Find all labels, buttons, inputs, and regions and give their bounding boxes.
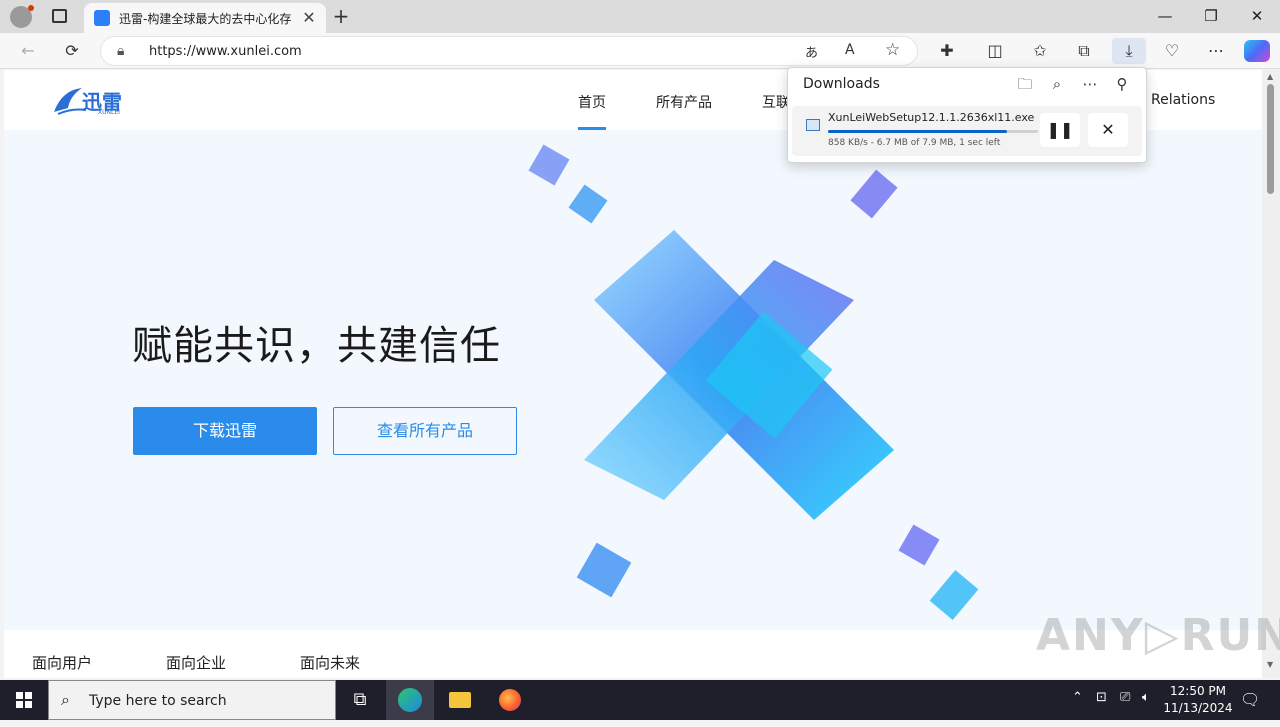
nav-item-home[interactable]: 首页 [578, 92, 606, 112]
lock-icon: 🔒︎ [117, 43, 125, 59]
hero-headline: 赋能共识，共建信任 [132, 323, 501, 369]
task-view-icon[interactable]: ⧉ [336, 680, 384, 720]
split-screen-icon[interactable]: ◫ [981, 38, 1009, 64]
clock-time: 12:50 PM [1170, 684, 1226, 698]
refresh-icon[interactable]: ⟳ [58, 38, 86, 64]
minimize-button[interactable]: — [1142, 0, 1188, 33]
restore-button[interactable]: ❐ [1188, 0, 1234, 33]
windows-taskbar: ⌕ Type here to search ⧉ ⌃ ⊡ ⎚ 🔈︎ 12:50 P… [0, 680, 1280, 720]
downloads-title: Downloads [803, 76, 880, 92]
tab-close-icon[interactable]: ✕ [298, 7, 320, 29]
download-xunlei-button[interactable]: 下载迅雷 [133, 407, 317, 455]
new-tab-button[interactable]: + [330, 3, 352, 29]
file-icon [806, 119, 820, 131]
download-progress-fill [828, 130, 1007, 133]
show-hidden-icons[interactable]: ⌃ [1072, 690, 1083, 705]
search-placeholder: Type here to search [89, 693, 227, 709]
taskbar-clock[interactable]: 12:50 PM 11/13/2024 [1160, 683, 1236, 717]
xunlei-logo[interactable]: 迅雷 XUNLEI [52, 82, 142, 118]
favorites-icon[interactable]: ✩ [1026, 38, 1054, 64]
copilot-icon[interactable] [1244, 40, 1270, 62]
download-item[interactable]: XunLeiWebSetup12.1.1.2636xl11.exe 858 KB… [792, 106, 1142, 156]
nav-item-products[interactable]: 所有产品 [656, 92, 712, 112]
start-button[interactable] [0, 680, 48, 720]
url-text: https://www.xunlei.com [149, 44, 302, 59]
nav-item-relations[interactable]: Relations [1151, 92, 1215, 108]
profile-notification-dot [28, 5, 34, 11]
download-progress-bar [828, 130, 1038, 133]
extensions-icon[interactable]: ✚ [933, 38, 961, 64]
clock-date: 11/13/2024 [1163, 701, 1233, 715]
tray-app-icon[interactable]: ⊡ [1096, 690, 1107, 705]
tab-actions-icon[interactable] [52, 9, 67, 23]
download-status: 858 KB/s - 6.7 MB of 7.9 MB, 1 sec left [828, 138, 1001, 148]
open-folder-icon[interactable]: 🗀 [1011, 72, 1039, 96]
collections-icon[interactable]: ⧉ [1070, 38, 1098, 64]
page-scrollbar[interactable]: ▲ ▼ [1262, 70, 1280, 678]
xunlei-favicon-icon [94, 10, 110, 26]
favorite-star-icon[interactable]: ☆ [885, 40, 900, 60]
downloads-flyout: Downloads 🗀 ⌕ ⋯ ⚲ XunLeiWebSetup12.1.1.2… [787, 67, 1147, 163]
volume-icon[interactable]: 🔈︎ [1142, 690, 1150, 705]
browser-tab-active[interactable]: 迅雷-构建全球最大的去中心化存 ✕ [84, 3, 326, 33]
view-all-products-button[interactable]: 查看所有产品 [333, 407, 517, 455]
pause-download-button[interactable]: ❚❚ [1040, 113, 1080, 147]
nav-item-interconnect[interactable]: 互联 [762, 92, 790, 112]
browser-essentials-icon[interactable]: ♡ [1158, 38, 1186, 64]
firefox-icon[interactable] [486, 680, 534, 720]
scroll-down-icon[interactable]: ▼ [1267, 660, 1273, 669]
address-bar[interactable]: 🔒︎ https://www.xunlei.com あ A ☆ [100, 36, 918, 66]
settings-more-icon[interactable]: ⋯ [1202, 38, 1230, 64]
network-icon[interactable]: ⎚ [1120, 690, 1130, 705]
anyrun-watermark: ANY▷RUN [1036, 610, 1280, 661]
hero-section: 赋能共识，共建信任 下载迅雷 查看所有产品 [4, 130, 1262, 630]
download-filename: XunLeiWebSetup12.1.1.2636xl11.exe [828, 111, 1035, 124]
downloads-icon[interactable]: ⤓ [1112, 38, 1146, 64]
hero-crystal-x-illustration [528, 144, 979, 620]
tab-for-users[interactable]: 面向用户 [32, 652, 92, 673]
tab-for-enterprise[interactable]: 面向企业 [166, 652, 226, 673]
downloads-more-icon[interactable]: ⋯ [1076, 72, 1104, 96]
notifications-icon[interactable]: 🗨︎ [1240, 690, 1260, 709]
windows-logo-icon [16, 692, 32, 708]
read-aloud-icon[interactable]: A [845, 42, 855, 58]
translate-icon[interactable]: あ [805, 42, 818, 61]
search-icon: ⌕ [61, 690, 70, 709]
logo-subtext: XUNLEI [98, 109, 120, 116]
back-icon[interactable]: ← [14, 38, 42, 64]
file-explorer-icon[interactable] [436, 680, 484, 720]
cancel-download-button[interactable]: ✕ [1088, 113, 1128, 147]
taskbar-search[interactable]: ⌕ Type here to search [48, 680, 336, 720]
close-window-button[interactable]: ✕ [1234, 0, 1280, 33]
title-bar: 迅雷-构建全球最大的去中心化存 ✕ + — ❐ ✕ [0, 0, 1280, 33]
tab-for-future[interactable]: 面向未来 [300, 652, 360, 673]
scrollbar-thumb[interactable] [1267, 84, 1274, 194]
scroll-up-icon[interactable]: ▲ [1267, 72, 1273, 81]
pin-icon[interactable]: ⚲ [1108, 72, 1136, 96]
edge-taskbar-icon[interactable] [386, 680, 434, 720]
browser-toolbar: ← ⟳ 🔒︎ https://www.xunlei.com あ A ☆ ✚ ◫ … [0, 33, 1280, 69]
tab-title: 迅雷-构建全球最大的去中心化存 [119, 12, 291, 26]
search-downloads-icon[interactable]: ⌕ [1043, 72, 1071, 96]
